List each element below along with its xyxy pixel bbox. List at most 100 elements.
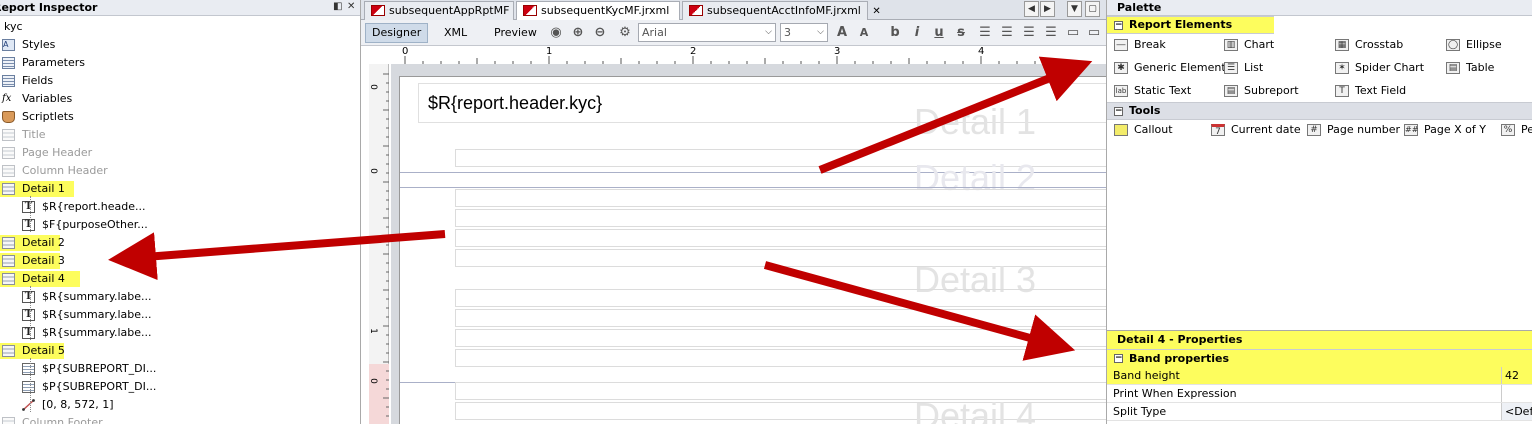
align-top-icon[interactable]: ▭ <box>1065 25 1081 41</box>
properties-icon[interactable]: ⚙ <box>617 25 633 41</box>
inspector-item[interactable]: Detail 2 <box>0 234 360 252</box>
palette-item-break[interactable]: ― Break <box>1114 36 1166 54</box>
zoom-in-icon[interactable]: ⊕ <box>570 25 586 41</box>
palette-item-static-text[interactable]: lab Static Text <box>1114 82 1191 100</box>
palette-item-spider-chart[interactable]: ✶ Spider Chart <box>1335 59 1424 77</box>
palette-item-ellipse[interactable]: ◯ Ellipse <box>1446 36 1502 54</box>
report-page[interactable]: $R{report.header.kyc} Detail 1 Detail 2 … <box>399 76 1106 424</box>
tab-close-icon[interactable]: ✕ <box>872 6 880 17</box>
inspector-item[interactable]: T $R{report.heade... <box>0 198 360 216</box>
scroll-right-icon[interactable]: ▶ <box>1040 1 1055 17</box>
palette-item-current-date[interactable]: 7 Current date <box>1211 121 1301 139</box>
inspector-item[interactable]: Fields <box>0 72 360 90</box>
property-print-when-expression[interactable]: Print When Expression <box>1107 385 1532 403</box>
collapse-icon[interactable]: − <box>1114 21 1123 30</box>
palette-item-table[interactable]: ▤ Table <box>1446 59 1494 77</box>
inspector-item[interactable]: T $R{summary.labe... <box>0 324 360 342</box>
band-properties-section[interactable]: − Band properties <box>1107 349 1532 367</box>
inspector-item-label: Parameters <box>22 56 85 69</box>
palette-item-crosstab[interactable]: ▦ Crosstab <box>1335 36 1403 54</box>
tab-subsequent-acct-info[interactable]: subsequentAcctInfoMF.jrxml ✕ <box>682 1 881 20</box>
font-name-combo[interactable]: Arial ⌵ <box>638 23 776 42</box>
property-band-height[interactable]: Band height 42 <box>1107 367 1532 385</box>
inspector-item[interactable]: T $R{summary.labe... <box>0 288 360 306</box>
palette-item-chart[interactable]: ▥ Chart <box>1224 36 1274 54</box>
field-element[interactable] <box>455 289 1106 307</box>
band-separator[interactable] <box>400 187 1106 188</box>
palette-item-label: Spider Chart <box>1355 61 1425 74</box>
inspector-item[interactable]: Column Footer <box>0 414 360 424</box>
property-value-input[interactable] <box>1501 385 1532 402</box>
inspector-item[interactable]: Scriptlets <box>0 108 360 126</box>
inspector-header: Report Inspector ◧ ✕ <box>0 0 360 16</box>
select-tool-icon[interactable]: ◉ <box>548 25 564 41</box>
preview-view-button[interactable]: Preview <box>488 23 543 43</box>
field-element[interactable] <box>455 349 1106 367</box>
palette-item-page-x-of-y[interactable]: ## Page X of Y <box>1404 121 1486 139</box>
zoom-out-icon[interactable]: ⊖ <box>592 25 608 41</box>
palette-item-subreport[interactable]: ▤ Subreport <box>1224 82 1299 100</box>
palette-item-callout[interactable]: Callout <box>1114 121 1173 139</box>
text-field-icon: T <box>22 219 35 231</box>
align-justify-icon[interactable]: ☰ <box>999 25 1015 41</box>
palette-panel: Palette − Report Elements ― Break ▥ Chart … <box>1106 0 1532 330</box>
scroll-left-icon[interactable]: ◀ <box>1024 1 1039 17</box>
inspector-item[interactable]: $P{SUBREPORT_DI... <box>0 360 360 378</box>
field-element[interactable] <box>455 309 1106 327</box>
palette-item-label: Table <box>1466 61 1495 74</box>
maximize-icon[interactable]: ▢ <box>1085 1 1100 17</box>
minimize-icon[interactable]: ◧ <box>333 1 342 12</box>
inspector-item[interactable]: Detail 1 <box>0 180 360 198</box>
field-element[interactable] <box>455 209 1106 227</box>
align-middle-icon[interactable]: ▭ <box>1086 25 1102 41</box>
inspector-item[interactable]: $P{SUBREPORT_DI... <box>0 378 360 396</box>
inspector-item[interactable]: [0, 8, 572, 1] <box>0 396 360 414</box>
align-center-icon[interactable]: ☰ <box>1021 25 1037 41</box>
inspector-item[interactable]: Column Header <box>0 162 360 180</box>
header-expression-text[interactable]: $R{report.header.kyc} <box>428 93 602 114</box>
inspector-item[interactable]: Detail 5 <box>0 342 360 360</box>
inspector-item[interactable]: Title <box>0 126 360 144</box>
font-size-combo[interactable]: 3 ⌵ <box>780 23 828 42</box>
category-tools[interactable]: − Tools <box>1107 102 1532 120</box>
chevron-down-icon: ⌵ <box>817 27 824 37</box>
category-report-elements[interactable]: − Report Elements <box>1107 16 1274 34</box>
bold-icon[interactable]: b <box>887 25 903 41</box>
inspector-item-label: Detail 5 <box>22 344 65 357</box>
tab-list-icon[interactable]: ▼ <box>1067 1 1082 17</box>
palette-item-generic-element[interactable]: ✱ Generic Element <box>1114 59 1226 77</box>
inspector-item[interactable]: T $R{summary.labe... <box>0 306 360 324</box>
inspector-item[interactable]: Page Header <box>0 144 360 162</box>
inspector-item[interactable]: Detail 4 <box>0 270 360 288</box>
underline-icon[interactable]: u <box>931 25 947 41</box>
strikethrough-icon[interactable]: s <box>953 25 969 41</box>
tab-subsequent-app-rpt[interactable]: subsequentAppRptMF ✕ <box>364 1 529 20</box>
field-element[interactable] <box>455 229 1106 247</box>
xml-view-button[interactable]: XML <box>438 23 473 43</box>
collapse-icon[interactable]: − <box>1114 354 1123 363</box>
align-left-icon[interactable]: ☰ <box>977 25 993 41</box>
inspector-item[interactable]: Detail 3 <box>0 252 360 270</box>
align-right-icon[interactable]: ☰ <box>1043 25 1059 41</box>
inspector-item[interactable]: kyc <box>0 18 360 36</box>
property-value-input[interactable]: 42 <box>1501 367 1532 384</box>
italic-icon[interactable]: i <box>909 25 925 41</box>
palette-item-percentage[interactable]: % Pe <box>1501 121 1532 139</box>
inspector-item[interactable]: fx Variables <box>0 90 360 108</box>
inspector-item[interactable]: A Styles <box>0 36 360 54</box>
tab-subsequent-kyc[interactable]: subsequentKycMF.jrxml ✕ <box>516 1 689 21</box>
palette-item-list[interactable]: ☰ List <box>1224 59 1263 77</box>
designer-view-button[interactable]: Designer <box>365 23 429 43</box>
field-element[interactable] <box>455 189 1106 207</box>
close-icon[interactable]: ✕ <box>347 1 355 12</box>
inspector-item[interactable]: Parameters <box>0 54 360 72</box>
decrease-font-icon[interactable]: A <box>856 25 872 41</box>
property-value-select[interactable]: <Defa <box>1501 403 1532 420</box>
palette-item-page-number[interactable]: # Page number <box>1307 121 1400 139</box>
palette-item-text-field[interactable]: T Text Field <box>1335 82 1406 100</box>
increase-font-icon[interactable]: A <box>834 25 850 41</box>
collapse-icon[interactable]: − <box>1114 107 1123 116</box>
inspector-item[interactable]: T $F{purposeOther... <box>0 216 360 234</box>
field-element[interactable] <box>455 329 1106 347</box>
property-split-type[interactable]: Split Type <Defa <box>1107 403 1532 421</box>
